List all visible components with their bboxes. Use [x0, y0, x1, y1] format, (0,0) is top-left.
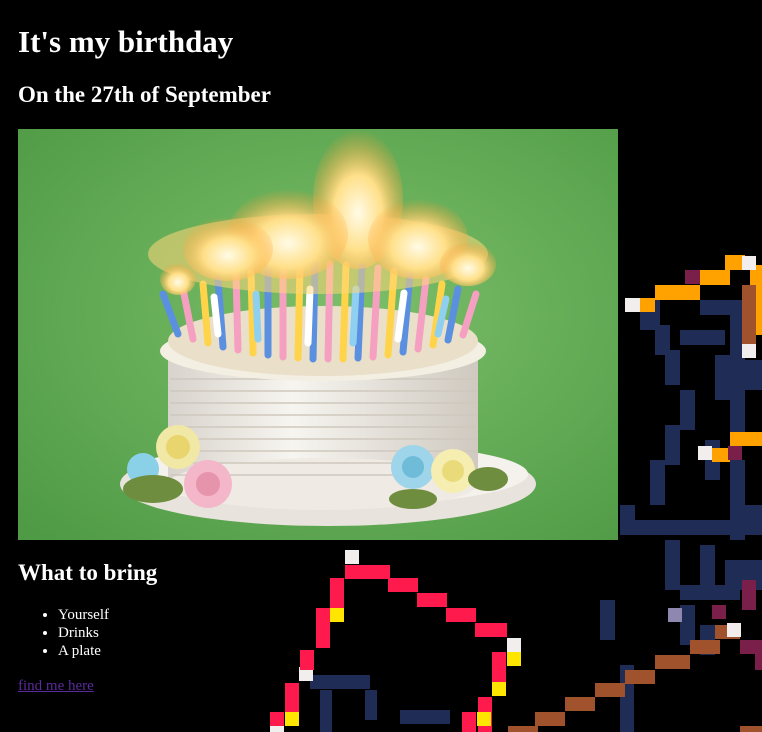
list-item: Drinks — [58, 624, 109, 642]
page: It's my birthday On the 27th of Septembe… — [0, 0, 762, 732]
bring-list: Yourself Drinks A plate — [18, 606, 109, 660]
list-item: A plate — [58, 642, 109, 660]
list-item: Yourself — [58, 606, 109, 624]
page-title: It's my birthday — [18, 24, 234, 59]
find-me-link[interactable]: find me here — [18, 677, 94, 695]
date-subheading: On the 27th of September — [18, 82, 271, 107]
birthday-cake-image — [18, 129, 618, 540]
what-to-bring-heading: What to bring — [18, 560, 158, 585]
